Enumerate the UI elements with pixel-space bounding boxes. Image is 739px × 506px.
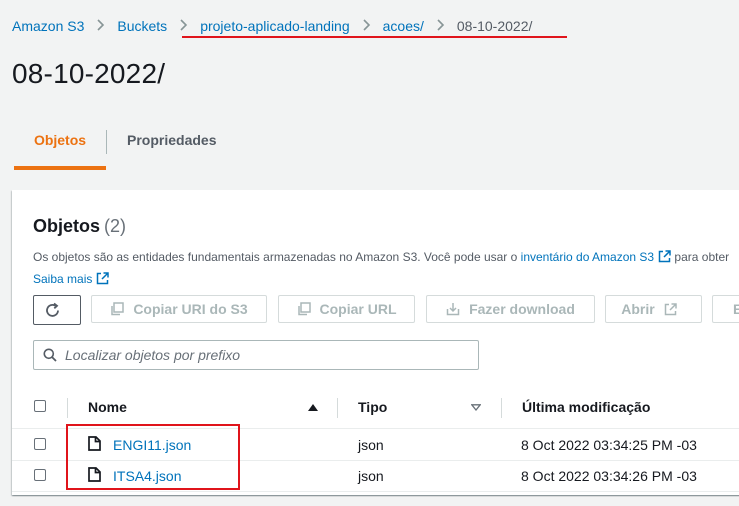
select-all-checkbox[interactable] [34, 400, 46, 412]
file-last-modified: 8 Oct 2022 03:34:26 PM -03 [521, 468, 697, 484]
page-title: 08-10-2022/ [12, 58, 166, 89]
panel-title: Objetos [33, 216, 101, 236]
breadcrumb: Amazon S3 Buckets projeto-aplicado-landi… [12, 15, 532, 37]
column-header-last-modified[interactable]: Última modificação [522, 399, 650, 415]
panel-description: Os objetos são as entidades fundamentais… [33, 247, 739, 291]
sort-ascending-icon[interactable] [308, 404, 318, 411]
tab-list: Objetos Propriedades [14, 120, 739, 170]
external-link-icon [96, 271, 110, 291]
copy-icon [297, 302, 320, 316]
download-icon [446, 302, 469, 316]
column-header-type[interactable]: Tipo [358, 399, 387, 415]
column-divider [337, 398, 338, 418]
search-icon [43, 348, 57, 362]
panel-header: Objetos (2) [33, 216, 126, 237]
breadcrumb-bucket[interactable]: projeto-aplicado-landing [200, 18, 349, 34]
sort-caret-icon[interactable] [471, 404, 481, 411]
column-divider [501, 398, 502, 418]
breadcrumb-buckets[interactable]: Buckets [117, 18, 167, 34]
copy-url-button[interactable]: Copiar URL [278, 295, 415, 323]
actions-label: E [733, 301, 739, 317]
breadcrumb-separator-icon [363, 18, 371, 34]
inventory-link[interactable]: inventário do Amazon S3 [521, 250, 654, 264]
refresh-button[interactable] [33, 295, 81, 325]
search-input[interactable]: Localizar objetos por prefixo [33, 340, 479, 370]
description-text-cont: para obter [671, 250, 730, 264]
refresh-icon [44, 302, 70, 319]
search-placeholder: Localizar objetos por prefixo [65, 347, 241, 363]
annotation-box [66, 424, 240, 490]
row-checkbox[interactable] [34, 438, 46, 450]
tab-divider [106, 130, 107, 154]
column-divider [67, 398, 68, 418]
copy-url-label: Copiar URL [319, 301, 397, 317]
row-checkbox[interactable] [34, 469, 46, 481]
file-last-modified: 8 Oct 2022 03:34:25 PM -03 [521, 437, 697, 453]
breadcrumb-amazon-s3[interactable]: Amazon S3 [12, 18, 84, 34]
tab-propriedades[interactable]: Propriedades [127, 120, 216, 166]
file-type: json [358, 437, 384, 453]
copy-icon [110, 302, 133, 316]
copy-s3-uri-label: Copiar URI do S3 [133, 301, 248, 317]
file-type: json [358, 468, 384, 484]
actions-button[interactable]: E [712, 295, 739, 323]
table-header: Nome Tipo Última modificação [12, 386, 739, 429]
open-button[interactable]: Abrir [605, 295, 702, 323]
column-header-name[interactable]: Nome [88, 399, 127, 415]
tab-objetos[interactable]: Objetos [14, 120, 106, 170]
learn-more-link[interactable]: Saiba mais [33, 272, 92, 286]
object-count: (2) [104, 216, 127, 236]
breadcrumb-separator-icon [437, 18, 445, 34]
download-label: Fazer download [469, 301, 575, 317]
description-text: Os objetos são as entidades fundamentais… [33, 250, 521, 264]
annotation-underline [182, 36, 567, 38]
copy-s3-uri-button[interactable]: Copiar URI do S3 [91, 295, 267, 323]
external-link-icon [658, 249, 671, 269]
external-link-icon [664, 302, 686, 316]
breadcrumb-separator-icon [97, 18, 105, 34]
breadcrumb-current-folder: 08-10-2022/ [456, 18, 533, 34]
breadcrumb-separator-icon [180, 18, 188, 34]
open-label: Abrir [621, 301, 655, 317]
download-button[interactable]: Fazer download [426, 295, 595, 323]
breadcrumb-folder-acoes[interactable]: acoes/ [383, 18, 424, 34]
